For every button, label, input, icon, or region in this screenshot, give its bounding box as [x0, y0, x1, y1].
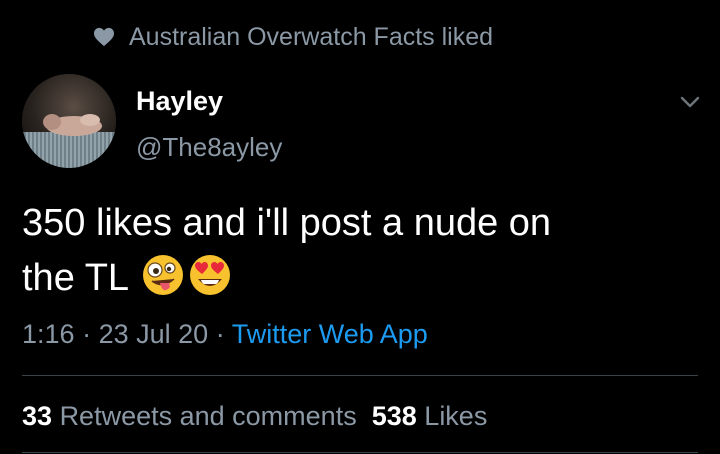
likes-label: Likes [424, 401, 488, 431]
retweets-stat[interactable]: 33 Retweets and comments [22, 401, 357, 431]
tweet-text: 350 likes and i'll post a nude on the TL [22, 196, 682, 306]
avatar-image [22, 74, 116, 168]
meta-separator: · [215, 319, 225, 349]
likes-count: 538 [371, 401, 417, 431]
social-context-label: Australian Overwatch Facts liked [129, 23, 494, 51]
tweet-text-line-2: the TL [22, 257, 128, 299]
author-name[interactable]: Hayley [136, 84, 223, 118]
retweets-count: 33 [22, 401, 53, 431]
heart-eyes-emoji-icon [190, 255, 231, 295]
divider [22, 452, 698, 453]
author-handle[interactable]: @The8ayley [136, 130, 282, 164]
tweet-meta: 1:16 · 23 Jul 20 · Twitter Web App [22, 316, 428, 352]
tweet-stats: 33 Retweets and comments 538 Likes [22, 398, 487, 434]
social-context[interactable]: Australian Overwatch Facts liked [93, 20, 493, 54]
tweet-source-link[interactable]: Twitter Web App [232, 319, 428, 349]
avatar[interactable] [22, 74, 116, 168]
tweet-date[interactable]: 23 Jul 20 [99, 319, 209, 349]
tweet-time[interactable]: 1:16 [22, 319, 75, 349]
heart-icon [94, 27, 114, 47]
chevron-down-icon[interactable] [678, 92, 702, 112]
tweet-text-line-1: 350 likes and i'll post a nude on [22, 202, 552, 244]
divider [22, 375, 698, 376]
tweet-detail: Australian Overwatch Facts liked Hayley … [0, 0, 720, 454]
meta-separator: · [82, 319, 92, 349]
zany-face-emoji-icon [143, 255, 184, 295]
likes-stat[interactable]: 538 Likes [372, 401, 488, 431]
retweets-label: Retweets and comments [59, 401, 357, 431]
